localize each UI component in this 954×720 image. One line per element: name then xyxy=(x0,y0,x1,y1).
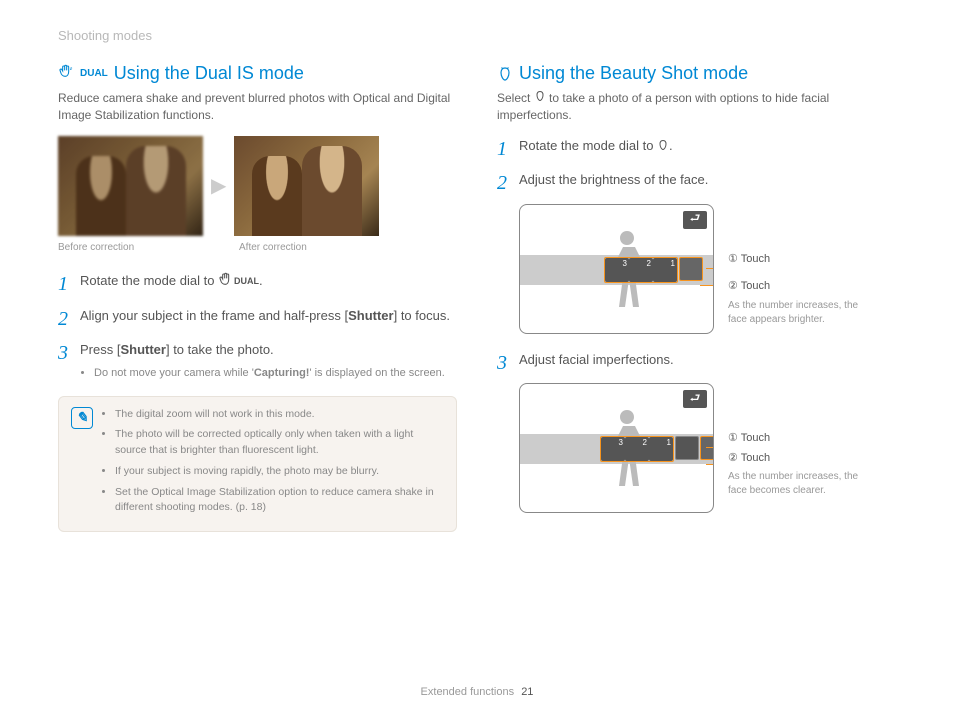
caption-after: After correction xyxy=(239,242,384,253)
arrow-right-icon: ▶ xyxy=(211,173,226,198)
thumb-clarity-toggle xyxy=(675,436,699,460)
note-item: If your subject is moving rapidly, the p… xyxy=(115,464,444,480)
thumb-group-selected: 3 2 1 xyxy=(604,257,678,283)
beauty-shot-title-text: Using the Beauty Shot mode xyxy=(519,63,748,84)
callout-sub-2: As the number increases, the face become… xyxy=(728,470,878,498)
right-column: Using the Beauty Shot mode Select to tak… xyxy=(497,63,896,532)
back-icon: ⮐ xyxy=(683,390,707,408)
page-footer: Extended functions 21 xyxy=(0,686,954,698)
comparison-photos: ▶ xyxy=(58,136,457,236)
clarity-thumbs: 3 2 1 xyxy=(600,436,714,462)
photo-before xyxy=(58,136,203,236)
screen-preview-2: ⮐ 3 2 1 xyxy=(519,383,714,513)
callout-2-text: Touch xyxy=(741,280,770,292)
dual-is-steps: Rotate the mode dial to DUAL. Align your… xyxy=(58,271,457,382)
note-box: ✎ The digital zoom will not work in this… xyxy=(58,396,457,533)
beauty-steps: Rotate the mode dial to . Adjust the bri… xyxy=(497,136,896,190)
note-item: Set the Optical Image Stabilization opti… xyxy=(115,485,444,517)
thumb-clarity-toggle-2 xyxy=(700,436,714,460)
step-1: Rotate the mode dial to DUAL. xyxy=(58,271,457,293)
page-number: 21 xyxy=(521,686,533,698)
screen-1-callouts: ① Touch ② Touch As the number increases,… xyxy=(728,204,878,334)
dual-is-heading: DUAL Using the Dual IS mode xyxy=(58,63,457,84)
callout-number-2: ② xyxy=(728,451,738,466)
caption-before: Before correction xyxy=(58,242,203,253)
thumb-level-3: 3 xyxy=(601,437,625,461)
photo-after xyxy=(234,136,379,236)
step-3: Press [Shutter] to take the photo. Do no… xyxy=(58,340,457,382)
step-3: Adjust facial imperfections. xyxy=(497,350,896,370)
dual-is-title-text: Using the Dual IS mode xyxy=(114,63,304,84)
thumb-level-1: 1 xyxy=(649,437,673,461)
footer-section: Extended functions xyxy=(421,686,515,698)
thumb-level-2: 2 xyxy=(625,437,649,461)
back-icon: ⮐ xyxy=(683,211,707,229)
callout-1-text: Touch xyxy=(741,253,770,265)
screen-1-wrap: ⮐ 3 2 1 ① Touch ② Touch As the number i xyxy=(519,204,896,334)
beauty-icon xyxy=(534,90,546,107)
thumb-level-3: 3 xyxy=(605,258,629,282)
brightness-thumbs: 3 2 1 xyxy=(604,257,703,283)
step-3-note: Do not move your camera while 'Capturing… xyxy=(94,365,457,382)
note-item: The photo will be corrected optically on… xyxy=(115,427,444,459)
step-2: Adjust the brightness of the face. xyxy=(497,170,896,190)
dual-text-icon: DUAL xyxy=(234,276,259,286)
thumb-group-selected: 3 2 1 xyxy=(600,436,674,462)
hand-icon xyxy=(58,63,74,84)
dual-text-icon: DUAL xyxy=(80,68,108,79)
step-2: Align your subject in the frame and half… xyxy=(58,306,457,326)
beauty-icon xyxy=(497,66,513,82)
callout-number-1: ① xyxy=(728,431,738,446)
note-item: The digital zoom will not work in this m… xyxy=(115,407,444,423)
thumb-brightness-toggle xyxy=(679,257,703,281)
dual-is-intro: Reduce camera shake and prevent blurred … xyxy=(58,90,457,124)
screen-2-wrap: ⮐ 3 2 1 ① Touch ② Touch As t xyxy=(519,383,896,513)
callout-number-1: ① xyxy=(728,252,738,267)
step-1: Rotate the mode dial to . xyxy=(497,136,896,156)
callout-1-text: Touch xyxy=(741,432,770,444)
screen-preview-1: ⮐ 3 2 1 xyxy=(519,204,714,334)
callout-sub-1: As the number increases, the face appear… xyxy=(728,299,878,327)
thumb-level-2: 2 xyxy=(629,258,653,282)
callout-number-2: ② xyxy=(728,279,738,294)
breadcrumb: Shooting modes xyxy=(58,28,896,43)
callout-2-text: Touch xyxy=(741,452,770,464)
thumb-level-1: 1 xyxy=(653,258,677,282)
beauty-shot-heading: Using the Beauty Shot mode xyxy=(497,63,896,84)
left-column: DUAL Using the Dual IS mode Reduce camer… xyxy=(58,63,457,532)
note-list: The digital zoom will not work in this m… xyxy=(115,407,444,522)
beauty-steps-cont: Adjust facial imperfections. xyxy=(497,350,896,370)
beauty-shot-intro: Select to take a photo of a person with … xyxy=(497,90,896,124)
hand-icon xyxy=(218,271,234,293)
note-icon: ✎ xyxy=(71,407,93,429)
screen-2-callouts: ① Touch ② Touch As the number increases,… xyxy=(728,383,878,513)
beauty-icon xyxy=(657,137,669,157)
